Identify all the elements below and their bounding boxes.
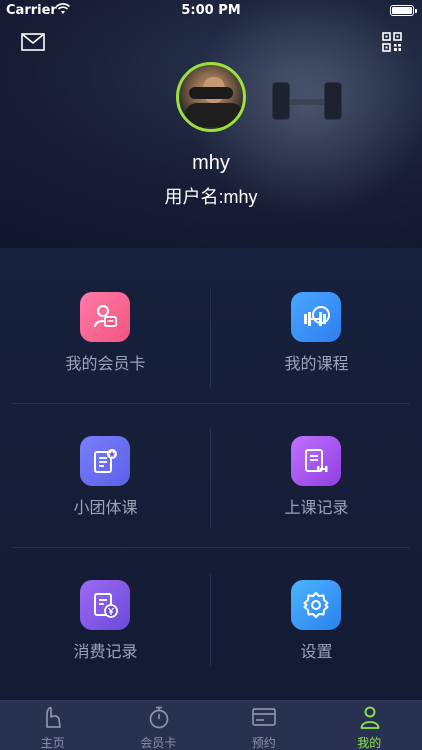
- menu-item-settings[interactable]: 设置: [211, 536, 422, 680]
- tab-mine[interactable]: 我的: [317, 701, 422, 750]
- username: 用户名:mhy: [164, 187, 258, 207]
- menu-item-label: 设置: [300, 642, 333, 661]
- class-record-icon: [291, 436, 341, 486]
- menu-item-my-courses[interactable]: 我的课程: [211, 248, 422, 392]
- profile-header: Carrier 5:00 PM mhy 用户名:mhy: [0, 0, 422, 248]
- tab-label: 我的: [357, 736, 382, 750]
- menu-item-label: 我的会员卡: [65, 354, 146, 373]
- menu-item-label: 小团体课: [73, 498, 138, 517]
- menu-item-label: 上课记录: [284, 498, 349, 517]
- settings-icon: [291, 580, 341, 630]
- qr-code-icon[interactable]: [382, 32, 402, 52]
- person-icon: [360, 706, 379, 729]
- member-card-icon: [80, 292, 130, 342]
- consumption-record-icon: [80, 580, 130, 630]
- group-class-icon: [80, 436, 130, 486]
- tab-label: 主页: [40, 736, 65, 750]
- clock: 5:00 PM: [181, 3, 241, 18]
- battery-icon: [390, 5, 417, 16]
- menu-item-class-record[interactable]: 上课记录: [211, 392, 422, 536]
- menu-item-label: 我的课程: [284, 354, 349, 373]
- tab-home[interactable]: 主页: [0, 701, 106, 750]
- tab-label: 预约: [251, 736, 276, 750]
- course-icon: [291, 292, 341, 342]
- tab-bar: 主页 会员卡 预约 我的: [0, 700, 422, 750]
- menu-item-group-class[interactable]: 小团体课: [0, 392, 211, 536]
- mail-icon[interactable]: [21, 33, 45, 51]
- tab-member-card[interactable]: 会员卡: [106, 701, 212, 750]
- status-bar: Carrier 5:00 PM: [0, 0, 422, 22]
- dumbbell-graphic: [272, 82, 342, 120]
- nickname: mhy: [192, 152, 230, 174]
- stopwatch-icon: [149, 706, 168, 729]
- menu-grid: 我的会员卡 我的课程 小团体课 上课记录 消费记录 设置: [0, 248, 422, 700]
- home-icon: [46, 706, 61, 728]
- menu-item-member-card[interactable]: 我的会员卡: [0, 248, 211, 392]
- tab-label: 会员卡: [140, 736, 177, 750]
- avatar[interactable]: [176, 62, 246, 132]
- menu-item-label: 消费记录: [73, 642, 138, 661]
- card-icon: [252, 708, 276, 726]
- tab-booking[interactable]: 预约: [211, 701, 317, 750]
- menu-item-consumption-record[interactable]: 消费记录: [0, 536, 211, 680]
